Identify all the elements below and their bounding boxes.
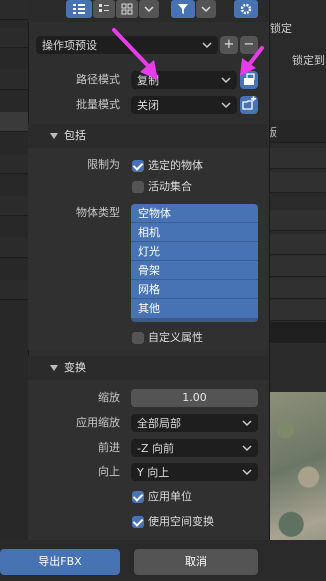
panel-row: [268, 210, 326, 231]
folder-plus-icon: [242, 96, 256, 110]
batch-mode-dropdown[interactable]: 关闭: [131, 96, 237, 114]
apply-unit-label: 应用单位: [148, 490, 192, 503]
scale-field[interactable]: 1.00: [131, 389, 258, 407]
outliner-row: [0, 70, 28, 90]
object-type-mesh[interactable]: 网格: [131, 280, 258, 299]
panel-row: [268, 278, 326, 299]
up-axis-value: Y 向上: [137, 466, 170, 479]
apply-unit-checkbox[interactable]: [132, 491, 144, 503]
panel-row: [268, 172, 326, 193]
detail-view-icon: [99, 4, 109, 12]
active-collection-checkbox[interactable]: [132, 181, 144, 193]
lock-to-label: 锁定到: [292, 54, 325, 67]
batch-mode-value: 关闭: [137, 99, 159, 112]
limit-to-label: 限制为: [87, 158, 120, 171]
apply-scaling-dropdown[interactable]: 全部局部: [131, 414, 258, 432]
display-dropdown-button[interactable]: [139, 0, 159, 18]
include-section-header[interactable]: 包括: [28, 124, 268, 148]
forward-axis-value: -Z 向前: [137, 442, 175, 455]
list-view-icon: [73, 4, 85, 14]
chevron-down-icon: [221, 102, 231, 109]
collapse-triangle-icon: [50, 133, 58, 139]
selected-objects-label: 选定的物体: [148, 159, 203, 172]
forward-axis-dropdown[interactable]: -Z 向前: [131, 439, 258, 457]
collapse-triangle-icon: [50, 365, 58, 371]
cancel-button[interactable]: 取消: [134, 549, 258, 575]
chevron-down-icon: [242, 445, 252, 452]
panel-row: [268, 322, 326, 343]
view-grid-button[interactable]: [116, 0, 138, 18]
apply-scaling-label: 应用缩放: [76, 416, 120, 429]
selected-objects-checkbox[interactable]: [132, 160, 144, 172]
object-type-light[interactable]: 灯光: [131, 242, 258, 261]
chevron-down-icon: [202, 42, 212, 49]
object-types-label: 物体类型: [76, 206, 120, 219]
up-label: 向上: [98, 465, 120, 478]
export-fbx-button[interactable]: 导出FBX: [0, 549, 120, 575]
panel-row: [268, 256, 326, 277]
transform-section-header[interactable]: 变换: [28, 356, 268, 380]
forward-label: 前进: [98, 441, 120, 454]
outliner-row: [0, 112, 28, 132]
filter-button[interactable]: [171, 0, 195, 18]
chevron-down-icon: [242, 420, 252, 427]
active-collection-label: 活动集合: [148, 180, 192, 193]
chevron-down-icon: [242, 469, 252, 476]
background-outliner: [0, 0, 28, 581]
object-type-other[interactable]: 其他: [131, 299, 258, 318]
filter-dropdown-button[interactable]: [196, 0, 216, 18]
scale-label: 缩放: [98, 391, 120, 404]
use-space-transform-label: 使用空间变换: [148, 515, 214, 528]
outliner-row: [0, 0, 28, 20]
object-type-camera[interactable]: 相机: [131, 223, 258, 242]
outliner-row: [0, 280, 28, 300]
chevron-down-icon: [201, 6, 211, 13]
view-list-button[interactable]: [66, 0, 92, 18]
batch-own-dir-button[interactable]: [240, 96, 258, 114]
view-detail-button[interactable]: [93, 0, 115, 18]
batch-mode-label: 批量模式: [76, 98, 120, 111]
include-section-title: 包括: [64, 129, 86, 142]
annotation-arrow-icon: [112, 28, 158, 80]
toolbar: [28, 0, 268, 22]
panel-header: 版: [266, 120, 326, 143]
settings-button[interactable]: [234, 0, 258, 18]
panel-row: [268, 148, 326, 169]
outliner-row: [0, 196, 28, 216]
grid-view-icon: [121, 3, 133, 15]
path-mode-label: 路径模式: [76, 73, 120, 86]
outliner-row: [0, 154, 28, 174]
up-axis-dropdown[interactable]: Y 向上: [131, 463, 258, 481]
lock-label: 锁定: [270, 22, 292, 35]
chevron-down-icon: [144, 6, 154, 13]
use-space-transform-checkbox[interactable]: [132, 516, 144, 528]
panel-row: [268, 234, 326, 255]
gear-icon: [240, 3, 252, 15]
annotation-arrow-icon: [240, 46, 264, 76]
funnel-icon: [178, 4, 188, 14]
operator-presets-label: 操作项预设: [42, 39, 97, 52]
object-types-list: 空物体 相机 灯光 骨架 网格 其他: [131, 204, 258, 322]
outliner-row: [0, 28, 28, 48]
custom-properties-label: 自定义属性: [148, 331, 203, 344]
outliner-row: [0, 238, 28, 258]
object-type-armature[interactable]: 骨架: [131, 261, 258, 280]
object-type-empty[interactable]: 空物体: [131, 204, 258, 223]
panel-row: [268, 300, 326, 321]
custom-properties-checkbox[interactable]: [132, 332, 144, 344]
transform-section-title: 变换: [64, 361, 86, 374]
apply-scaling-value: 全部局部: [137, 417, 181, 430]
